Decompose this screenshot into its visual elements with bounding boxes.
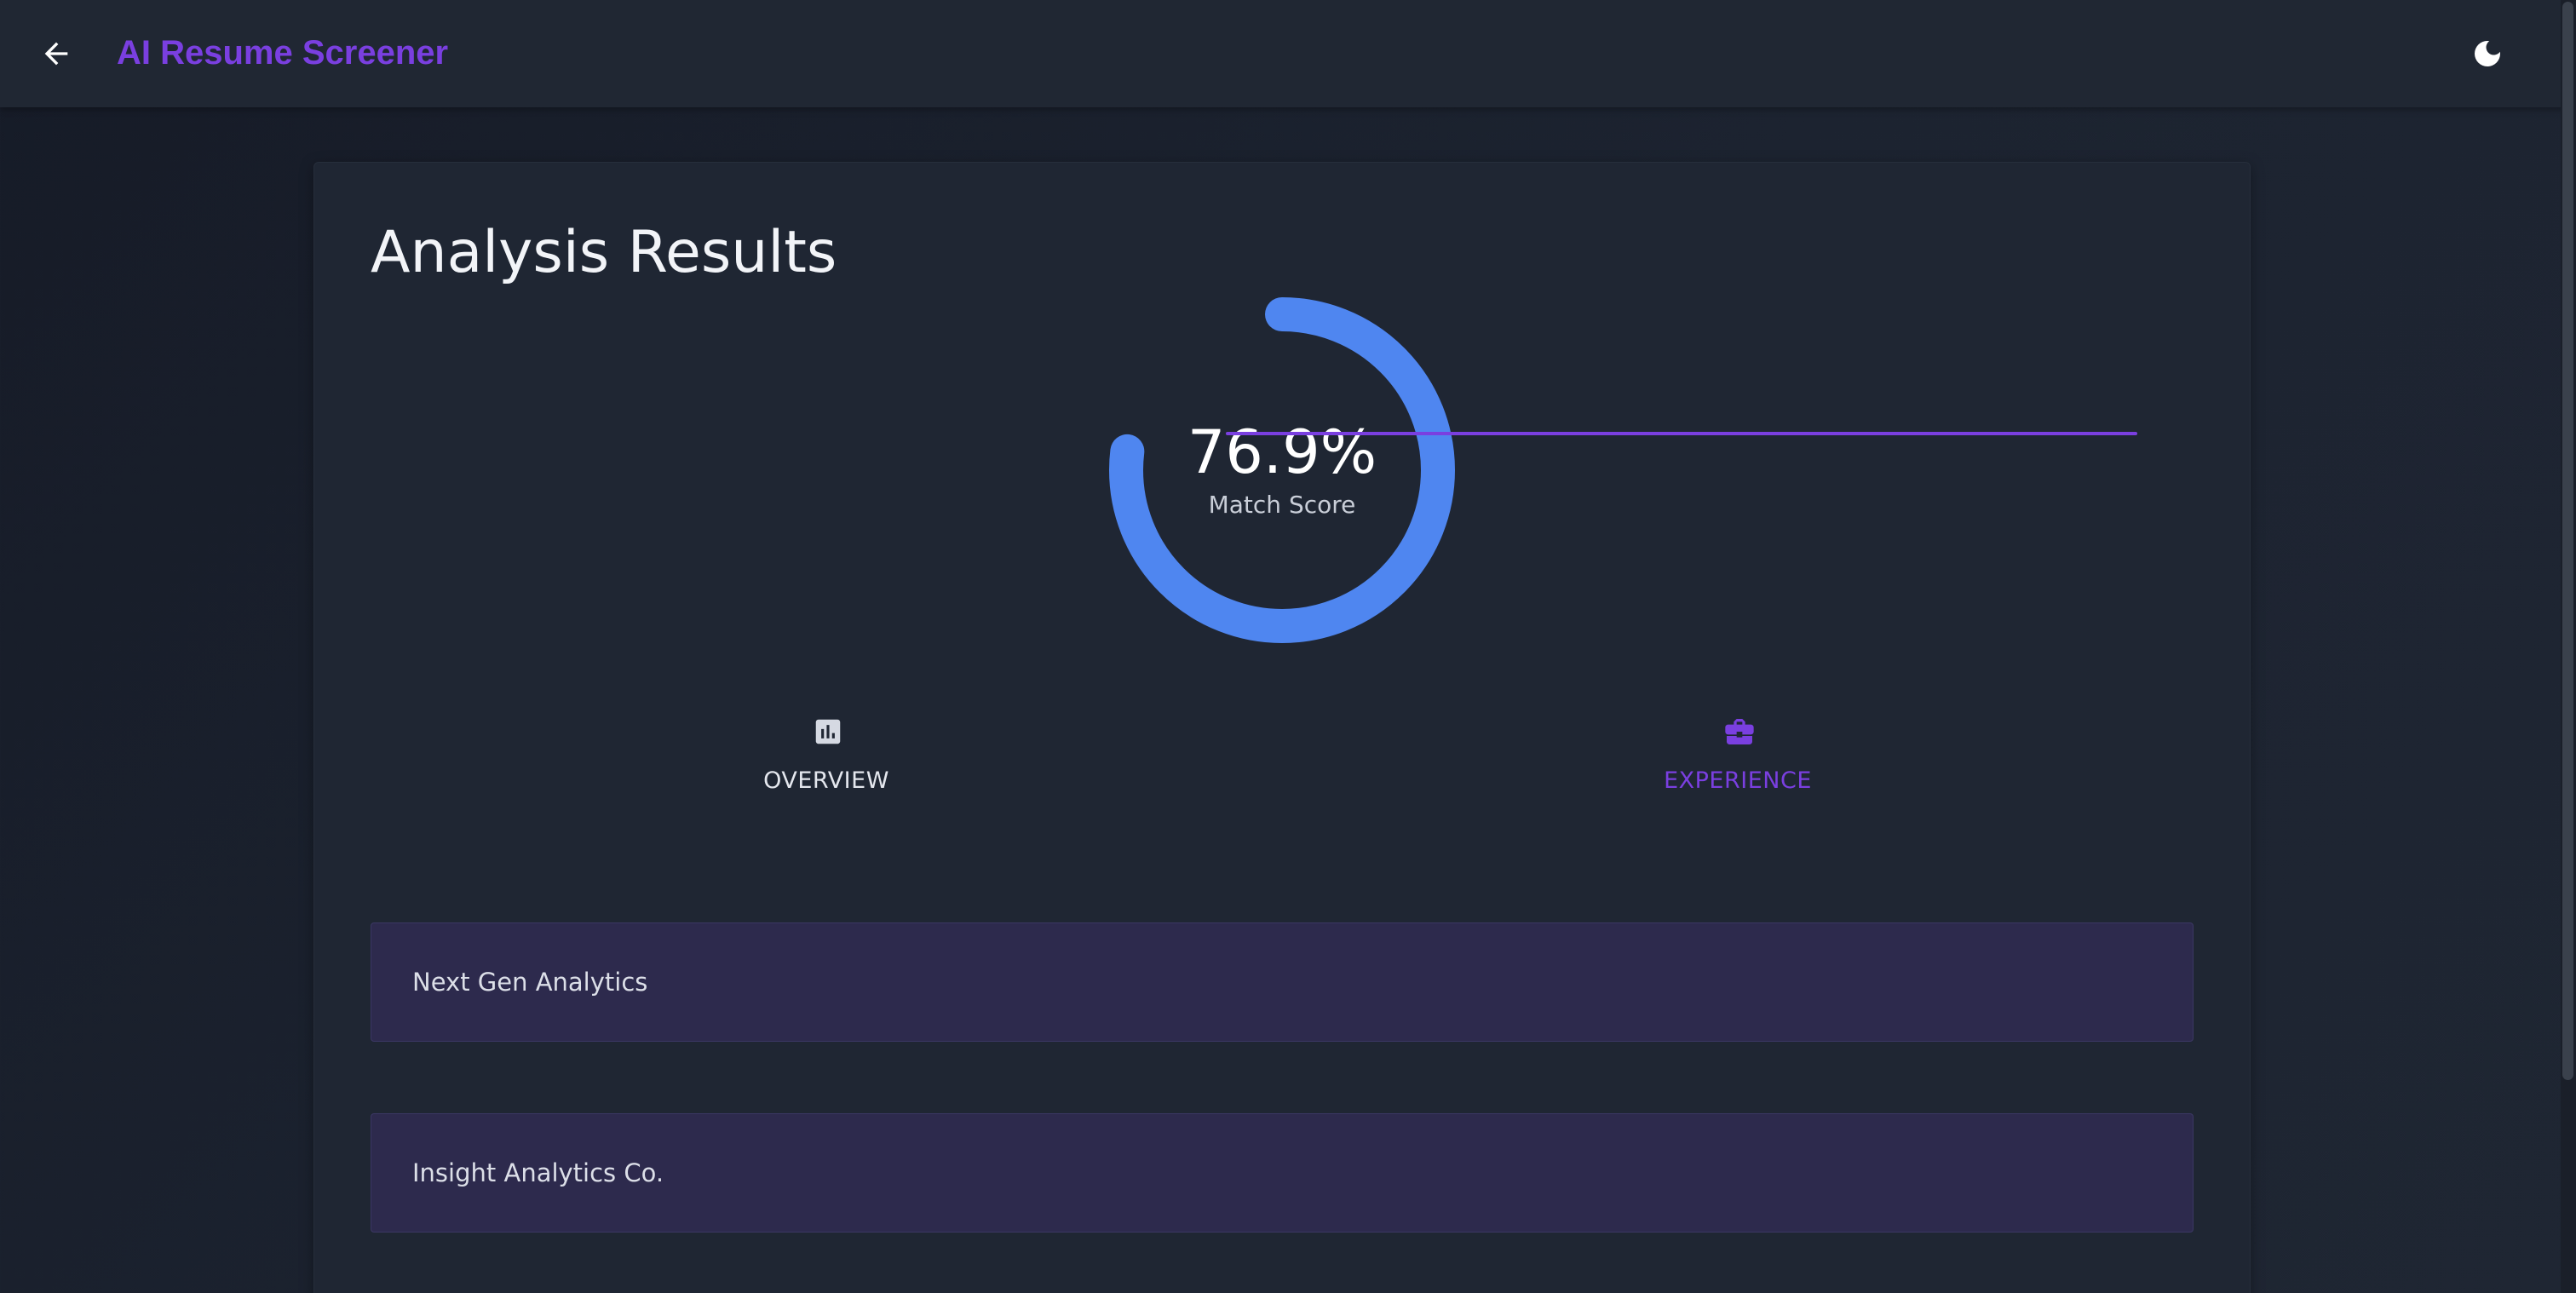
- briefcase-icon: [1722, 715, 1757, 749]
- match-score-value: 76.9%: [1187, 417, 1377, 487]
- scrollbar-thumb[interactable]: [2562, 2, 2573, 1080]
- active-tab-indicator: [1226, 432, 2137, 435]
- tab-experience[interactable]: EXPERIENCE: [1282, 715, 2194, 820]
- tab-overview-label: OVERVIEW: [763, 767, 889, 794]
- experience-company: Insight Analytics Co.: [412, 1158, 664, 1187]
- app-bar: AI Resume Screener: [0, 0, 2576, 107]
- arrow-left-icon: [44, 42, 68, 66]
- tab-overview[interactable]: OVERVIEW: [371, 715, 1282, 820]
- back-button[interactable]: [31, 28, 82, 79]
- bar-chart-icon: [811, 715, 845, 749]
- page-title: Analysis Results: [371, 219, 837, 286]
- results-tabs: OVERVIEW EXPERIENCE: [371, 715, 2194, 851]
- experience-company: Next Gen Analytics: [412, 968, 648, 997]
- experience-item[interactable]: Insight Analytics Co.: [371, 1113, 2194, 1233]
- match-score-label: Match Score: [1208, 491, 1356, 519]
- match-score-gauge: 76.9% Match Score: [1109, 297, 1455, 643]
- theme-toggle-button[interactable]: [2462, 28, 2513, 79]
- tab-experience-label: EXPERIENCE: [1664, 767, 1812, 794]
- experience-item[interactable]: Next Gen Analytics: [371, 922, 2194, 1042]
- results-card: Analysis Results 76.9% Match Score OVERV…: [313, 162, 2251, 1293]
- app-title: AI Resume Screener: [117, 34, 449, 72]
- moon-icon: [2475, 40, 2500, 66]
